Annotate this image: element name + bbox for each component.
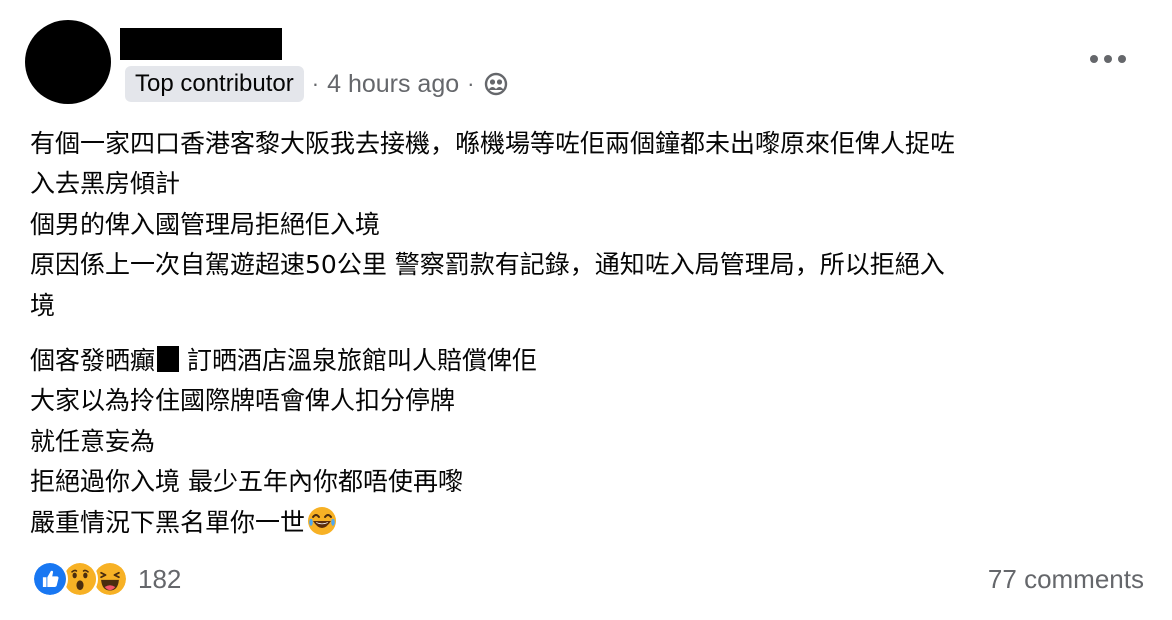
more-dot-icon: [1104, 55, 1112, 63]
post-line-with-redaction: 個客發晒癲 訂晒酒店溫泉旅館叫人賠償俾佢: [30, 341, 1145, 381]
top-contributor-badge[interactable]: Top contributor: [125, 66, 304, 102]
reactions-summary[interactable]: 182: [32, 561, 181, 597]
post-line: 原因係上一次自駕遊超速50公里 警察罰款有記錄，通知咗入局管理局，所以拒絕入: [30, 250, 945, 280]
post-line-text: 訂晒酒店溫泉旅館叫人賠償俾佢: [179, 346, 537, 376]
post-timestamp[interactable]: 4 hours ago: [327, 70, 459, 99]
post-paragraph-2: 個客發晒癲 訂晒酒店溫泉旅館叫人賠償俾佢 大家以為拎住國際牌唔會俾人扣分停牌 就…: [30, 341, 1145, 543]
post-line-text: 嚴重情況下黑名單你一世: [30, 507, 306, 537]
post-card: Top contributor · 4 hours ago · 有個一家四口香港…: [0, 0, 1172, 620]
more-options-button[interactable]: [1088, 46, 1128, 72]
meta-separator: ·: [311, 71, 320, 96]
post-line: 大家以為拎住國際牌唔會俾人扣分停牌: [30, 386, 456, 416]
more-dot-icon: [1118, 55, 1126, 63]
post-line: 入去黑房傾計: [30, 169, 181, 199]
post-line-with-emoji: 嚴重情況下黑名單你一世: [30, 503, 1145, 543]
post-paragraph-1: 有個一家四口香港客黎大阪我去接機，喺機場等咗佢兩個鐘都未出嚟原來佢俾人捉咗 入去…: [30, 124, 1145, 326]
post-line: 拒絕過你入境 最少五年內你都唔使再嚟: [30, 467, 463, 497]
comments-count-link[interactable]: 77 comments: [988, 564, 1144, 595]
post-meta: Top contributor · 4 hours ago ·: [125, 65, 508, 103]
friends-icon[interactable]: [484, 72, 508, 96]
redacted-author-name[interactable]: [120, 28, 282, 60]
post-line: 就任意妄為: [30, 426, 156, 456]
like-icon: [32, 561, 68, 597]
avatar[interactable]: [25, 20, 111, 104]
more-dot-icon: [1090, 55, 1098, 63]
tears-of-joy-emoji: [308, 506, 337, 535]
post-body: 有個一家四口香港客黎大阪我去接機，喺機場等咗佢兩個鐘都未出嚟原來佢俾人捉咗 入去…: [30, 124, 1145, 543]
post-line-text: 個客發晒癲: [30, 346, 156, 376]
reaction-count[interactable]: 182: [138, 564, 181, 595]
post-line: 個男的俾入國管理局拒絕佢入境: [30, 209, 381, 239]
post-line: 有個一家四口香港客黎大阪我去接機，喺機場等咗佢兩個鐘都未出嚟原來佢俾人捉咗: [30, 129, 956, 158]
redaction-block: [157, 346, 180, 373]
post-line: 境: [30, 290, 56, 320]
post-footer: 182 77 comments: [32, 559, 1144, 599]
meta-separator-2: ·: [467, 71, 475, 96]
